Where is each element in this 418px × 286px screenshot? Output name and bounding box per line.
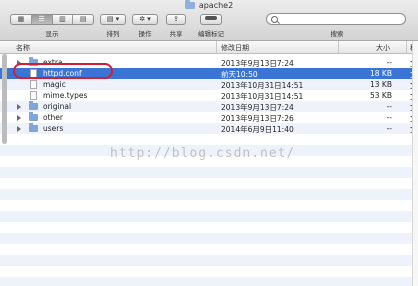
search-field[interactable] xyxy=(266,13,406,25)
empty-row xyxy=(0,189,418,200)
column-view-button[interactable]: ▥ xyxy=(53,15,74,24)
list-item[interactable]: other 2013年9月13日7:26 -- 文 xyxy=(0,112,418,123)
window-title-text: apache2 xyxy=(198,1,234,10)
empty-row xyxy=(0,178,418,189)
empty-row xyxy=(0,200,418,211)
action-button[interactable]: ✲ ▾ xyxy=(132,14,158,25)
folder-icon xyxy=(29,101,38,110)
empty-row xyxy=(0,233,418,244)
view-label: 显示 xyxy=(45,30,59,38)
edit-tags-label: 编辑标记 xyxy=(198,30,224,38)
file-size: -- xyxy=(386,124,392,133)
column-date[interactable]: 修改日期 xyxy=(221,43,249,53)
file-size: 13 KB xyxy=(370,80,392,89)
coverflow-view-button[interactable]: ▤ xyxy=(73,15,93,24)
column-size[interactable]: 大小 xyxy=(376,43,390,53)
file-name: users xyxy=(43,124,64,133)
empty-row xyxy=(0,134,418,145)
search-icon xyxy=(271,16,278,23)
column-header: 名称 修改日期 大小 种 xyxy=(0,41,418,54)
toolbar: apache2 ▦ ☰ ▥ ▤ 显示 ▤ ▾ 排列 ✲ ▾ 操作 ⇪ 共享 编辑… xyxy=(0,0,418,41)
share-button[interactable]: ⇪ xyxy=(166,14,186,25)
folder-icon xyxy=(29,123,38,132)
window-edge xyxy=(412,41,418,286)
file-name: mime.types xyxy=(43,91,88,100)
edit-tags-button[interactable] xyxy=(200,14,222,25)
empty-row xyxy=(0,211,418,222)
list-item[interactable]: magic 2013年10月31日14:51 13 KB 文 xyxy=(0,79,418,90)
file-size: 18 KB xyxy=(370,69,392,78)
file-size: -- xyxy=(386,102,392,111)
file-name: original xyxy=(43,102,72,111)
tag-icon xyxy=(205,16,217,20)
empty-row xyxy=(0,255,418,266)
icon-view-button[interactable]: ▦ xyxy=(11,15,32,24)
empty-row xyxy=(0,266,418,277)
arrange-button[interactable]: ▤ ▾ xyxy=(100,14,126,25)
file-name: magic xyxy=(43,80,66,89)
document-icon xyxy=(30,80,37,89)
file-list: extra 2013年9月13日7:24 -- 文 httpd.conf 前天1… xyxy=(0,54,418,286)
file-size: 53 KB xyxy=(370,91,392,100)
empty-row xyxy=(0,222,418,233)
arrange-label: 排列 xyxy=(106,30,120,38)
list-item[interactable]: mime.types 2013年10月31日14:51 53 KB 文 xyxy=(0,90,418,101)
column-divider[interactable] xyxy=(338,41,339,53)
disclosure-triangle-icon[interactable] xyxy=(17,126,21,132)
file-size: -- xyxy=(386,113,392,122)
empty-row xyxy=(0,167,418,178)
watermark: http://blog.csdn.net/ xyxy=(110,146,296,161)
document-icon xyxy=(30,91,37,100)
disclosure-triangle-icon[interactable] xyxy=(17,104,21,110)
list-item[interactable]: original 2013年9月13日7:24 -- 文 xyxy=(0,101,418,112)
file-name: other xyxy=(43,113,63,122)
search-label: 搜索 xyxy=(330,30,344,38)
disclosure-triangle-icon[interactable] xyxy=(17,115,21,121)
empty-row xyxy=(0,244,418,255)
list-view-button[interactable]: ☰ xyxy=(31,15,53,24)
folder-icon xyxy=(29,112,38,121)
share-label: 共享 xyxy=(169,30,183,38)
window-title: apache2 xyxy=(0,0,418,11)
vertical-scrollbar[interactable] xyxy=(2,54,7,144)
column-name[interactable]: 名称 xyxy=(16,43,30,53)
finder-window: apache2 ▦ ☰ ▥ ▤ 显示 ▤ ▾ 排列 ✲ ▾ 操作 ⇪ 共享 编辑… xyxy=(0,0,418,286)
folder-icon xyxy=(184,0,195,9)
action-label: 操作 xyxy=(138,30,152,38)
annotation-highlight-ring xyxy=(13,63,113,79)
list-item[interactable]: users 2014年6月9日11:40 -- 文 xyxy=(0,123,418,134)
view-mode-segmented-control[interactable]: ▦ ☰ ▥ ▤ xyxy=(10,14,94,25)
column-divider[interactable] xyxy=(406,41,407,53)
column-divider[interactable] xyxy=(216,41,217,53)
empty-row xyxy=(0,277,418,286)
file-size: -- xyxy=(386,58,392,67)
